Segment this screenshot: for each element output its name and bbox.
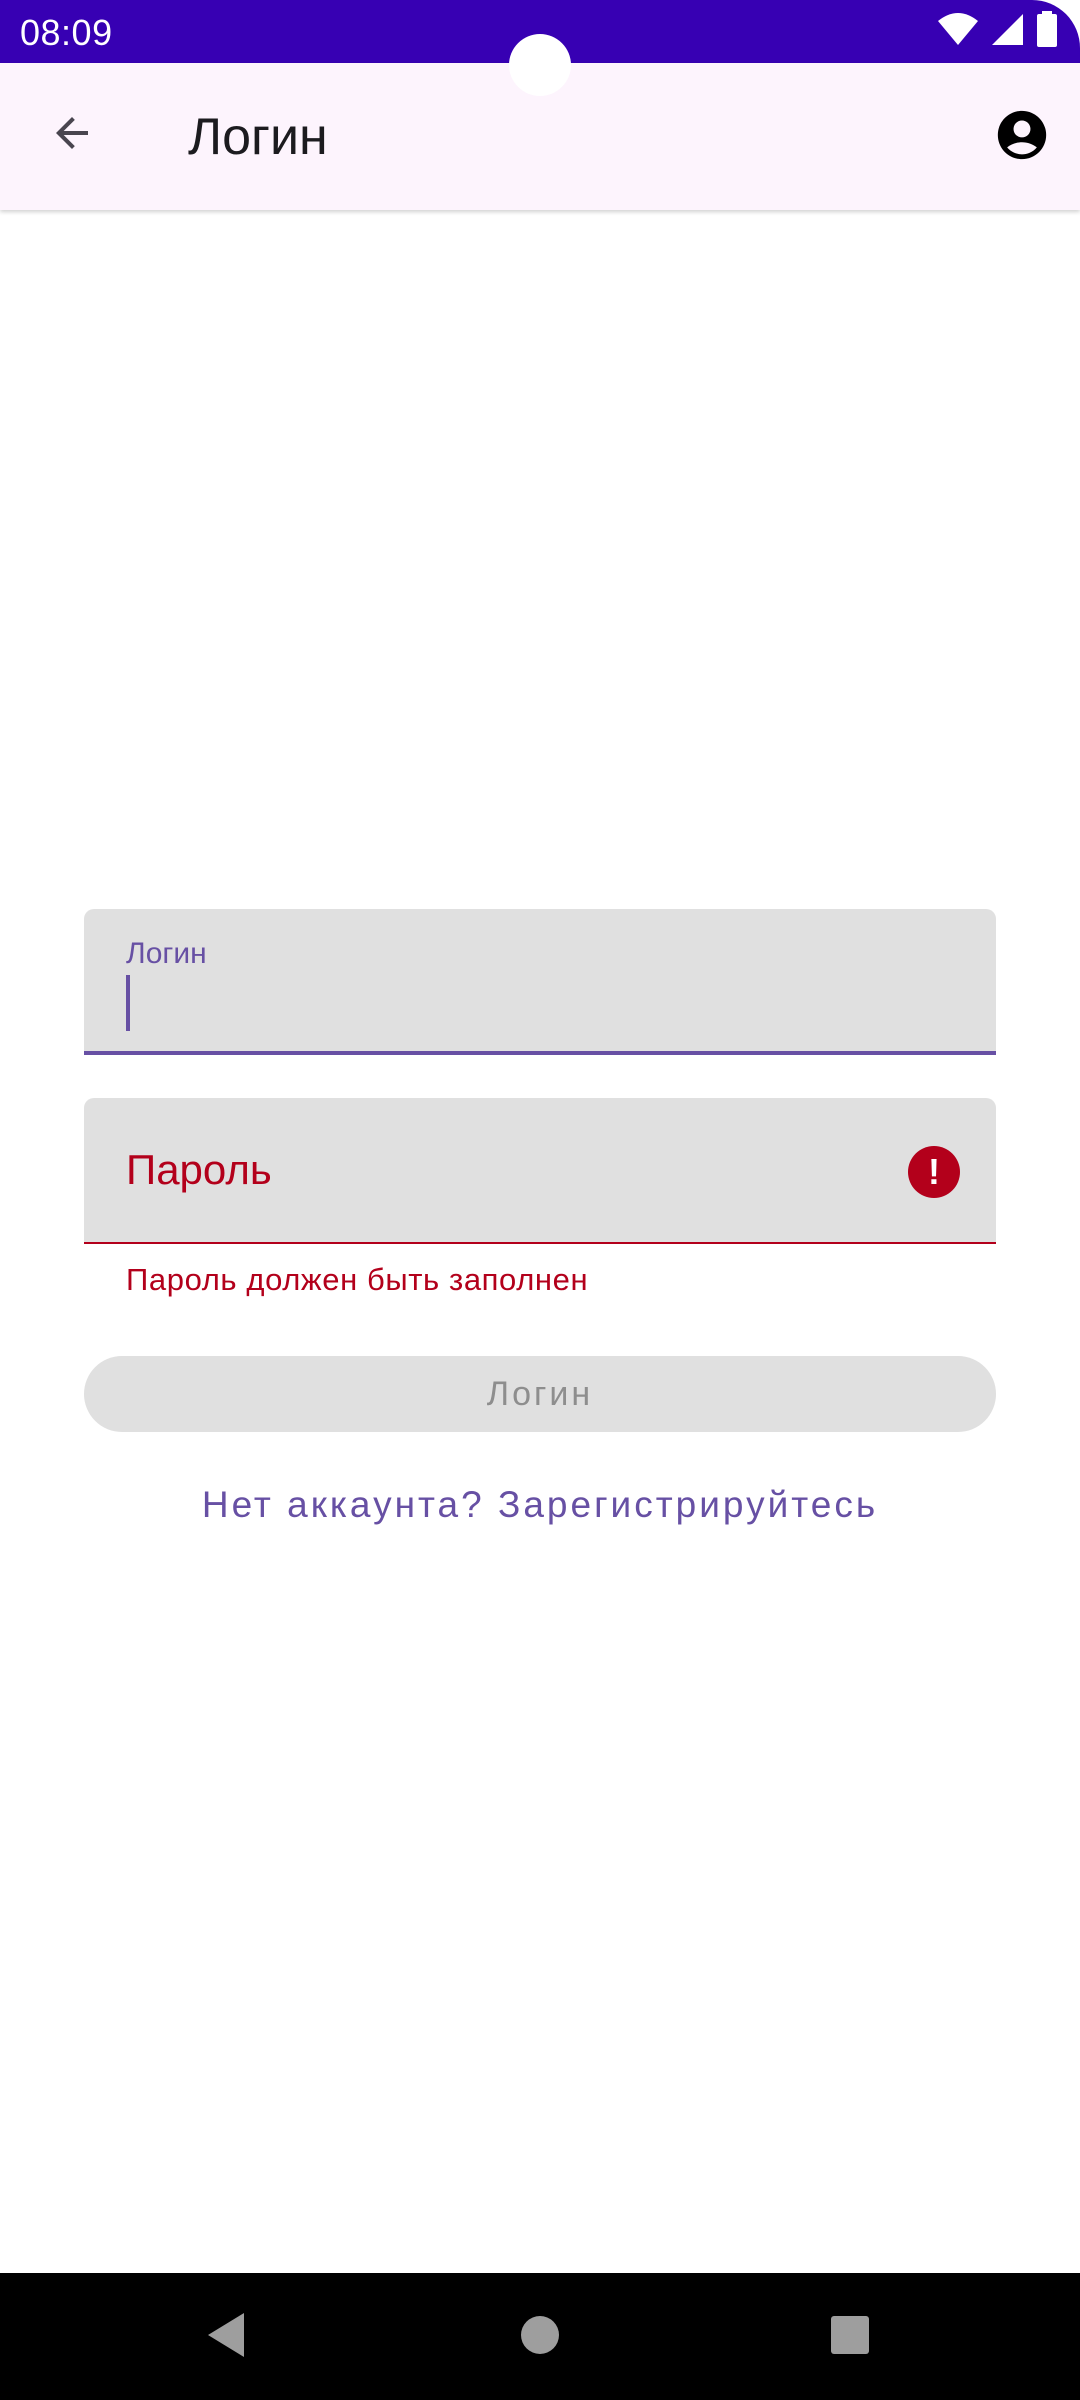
login-field-label: Логин bbox=[126, 937, 207, 970]
signal-icon bbox=[990, 12, 1024, 51]
login-button[interactable]: Логин bbox=[84, 1356, 996, 1432]
nav-recents-icon bbox=[828, 2313, 872, 2362]
account-circle-icon bbox=[993, 106, 1051, 169]
arrow-back-icon bbox=[48, 109, 96, 162]
back-button[interactable] bbox=[36, 99, 108, 171]
status-icons bbox=[938, 10, 1058, 52]
nav-home-icon bbox=[518, 2313, 562, 2362]
nav-back-icon bbox=[204, 2311, 248, 2364]
password-error-message: Пароль должен быть заполнен bbox=[126, 1262, 589, 1297]
error-icon: ! bbox=[908, 1146, 960, 1198]
nav-back-button[interactable] bbox=[188, 2299, 264, 2375]
status-time: 08:09 bbox=[20, 12, 113, 53]
nav-home-button[interactable] bbox=[502, 2299, 578, 2375]
wifi-icon bbox=[938, 12, 978, 51]
system-navigation-bar bbox=[0, 2273, 1080, 2400]
nav-recents-button[interactable] bbox=[812, 2299, 888, 2375]
login-screen: 08:09 Логин Логин Пароль ! Пароль должен… bbox=[0, 0, 1080, 2400]
page-title: Логин bbox=[188, 108, 328, 166]
camera-cutout bbox=[509, 34, 571, 96]
register-link[interactable]: Нет аккаунта? Зарегистрируйтесь bbox=[0, 1484, 1080, 1536]
login-field[interactable]: Логин bbox=[84, 909, 996, 1055]
password-field[interactable]: Пароль ! bbox=[84, 1098, 996, 1244]
battery-icon bbox=[1036, 10, 1058, 52]
account-button[interactable] bbox=[990, 105, 1054, 169]
text-cursor bbox=[126, 975, 130, 1031]
password-field-placeholder: Пароль bbox=[126, 1146, 272, 1193]
